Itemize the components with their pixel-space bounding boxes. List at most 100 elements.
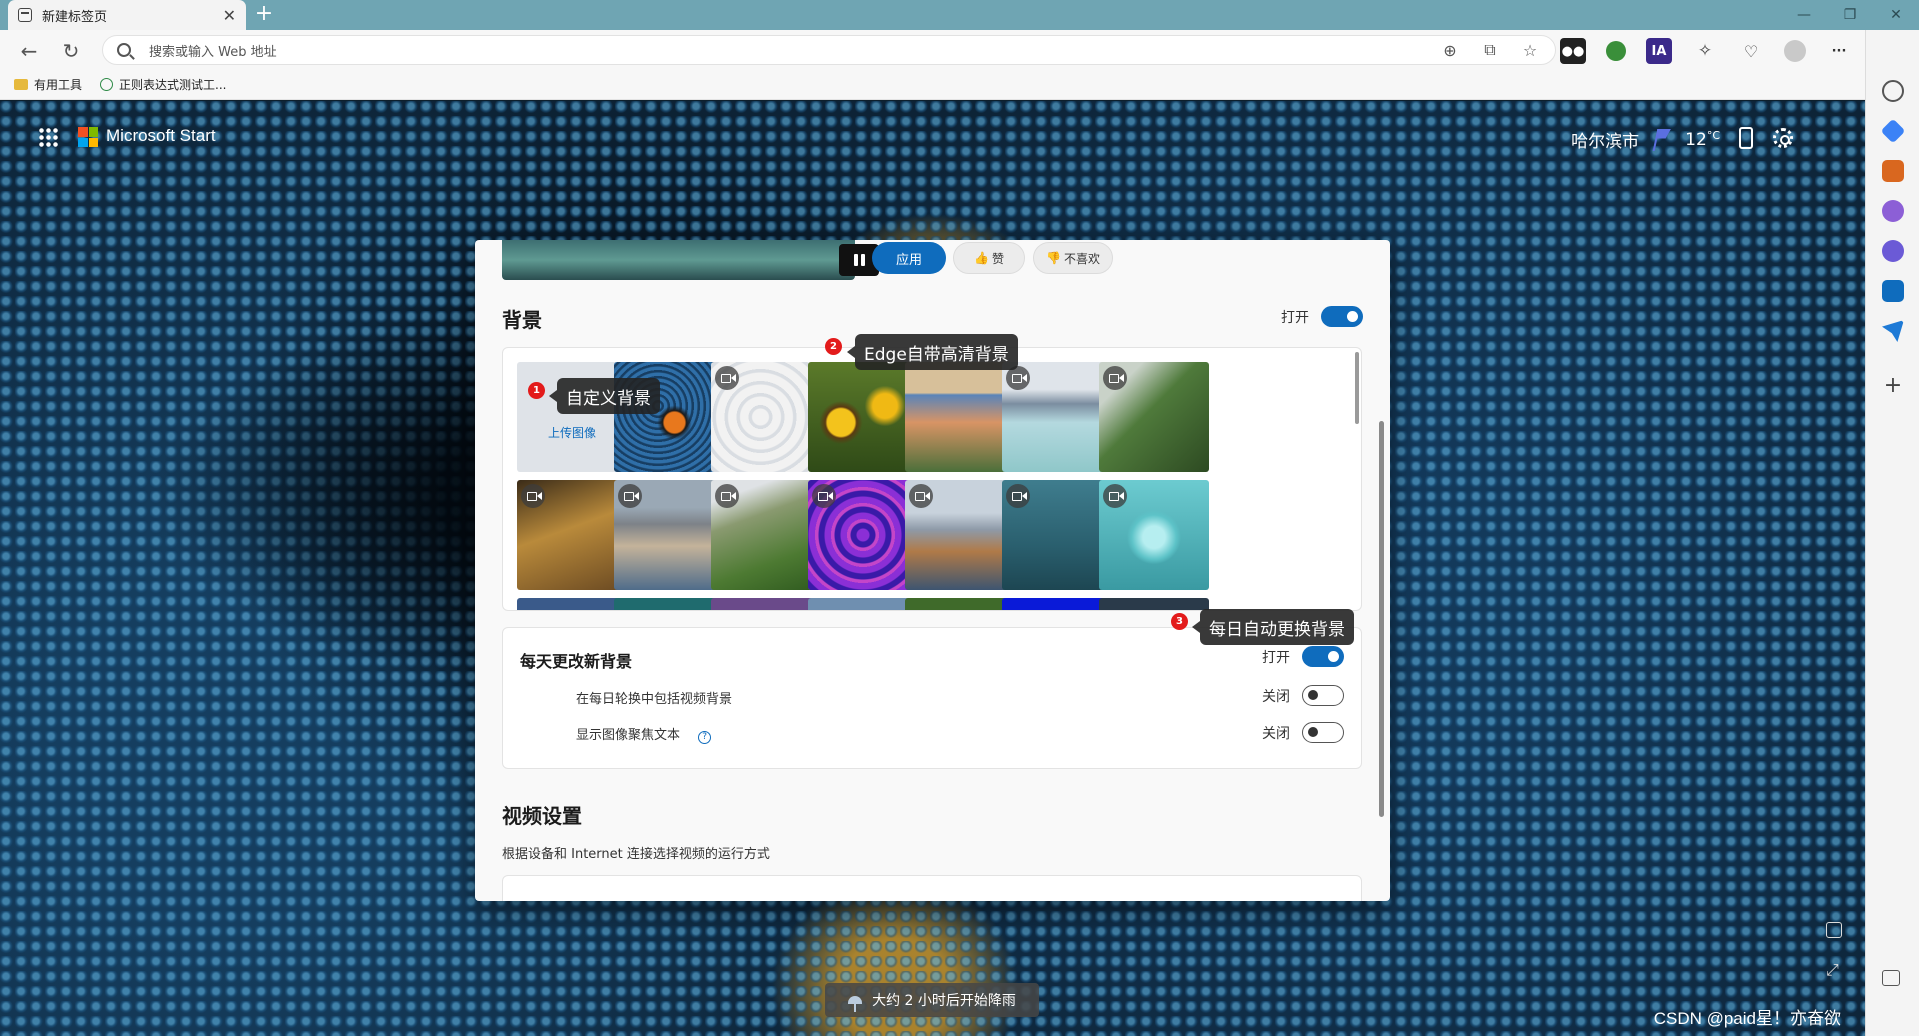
window-controls: — ❐ ✕	[1781, 0, 1919, 30]
annotation-badge-1: 1	[528, 382, 545, 399]
expand-icon[interactable]: ⤢	[1826, 960, 1842, 979]
refresh-icon[interactable]: ↻	[58, 38, 84, 64]
new-tab-page-icon	[18, 8, 32, 22]
brand-name[interactable]: Microsoft Start	[106, 126, 216, 146]
video-icon	[1103, 484, 1127, 508]
gallery-thumb[interactable]	[1002, 480, 1112, 590]
gallery-thumb[interactable]	[1099, 480, 1209, 590]
extension-game-icon[interactable]: ●●	[1560, 38, 1586, 64]
weather-city: 哈尔滨市	[1571, 132, 1640, 152]
weather-widget[interactable]: 哈尔滨市 12 °C	[1571, 127, 1720, 152]
address-bar[interactable]: 搜索或输入 Web 地址 ⊕ ⧉ ☆	[102, 35, 1556, 65]
spotlight-text-row: 显示图像聚焦文本 ?	[576, 724, 712, 744]
profile-icon[interactable]	[1784, 40, 1806, 62]
gallery-thumb[interactable]	[517, 480, 627, 590]
favorite-icon[interactable]: ☆	[1519, 39, 1541, 61]
dialog-scrollbar[interactable]	[1379, 421, 1384, 817]
new-tab-button[interactable]: +	[252, 3, 276, 27]
minimize-button[interactable]: —	[1781, 0, 1827, 30]
more-icon[interactable]: ···	[1826, 38, 1852, 64]
back-arrow-icon[interactable]: ←	[16, 38, 42, 64]
temperature-unit: °C	[1706, 129, 1720, 142]
spotlight-toggle-row: 关闭	[1262, 722, 1344, 743]
address-placeholder: 搜索或输入 Web 地址	[149, 44, 277, 60]
gallery-thumb[interactable]	[1099, 598, 1209, 610]
bookmark-label: 正则表达式测试工...	[119, 78, 227, 92]
gallery-thumb[interactable]	[1002, 362, 1112, 472]
sidebar-m365-icon[interactable]	[1882, 240, 1904, 262]
gallery-thumb[interactable]	[614, 480, 724, 590]
gallery-scrollbar[interactable]	[1355, 352, 1359, 424]
gallery-thumb[interactable]	[1002, 598, 1112, 610]
annotation-badge-3: 3	[1171, 613, 1188, 630]
search-icon	[117, 43, 131, 57]
gallery-thumb[interactable]	[1099, 362, 1209, 472]
tab-new-tab[interactable]: 新建标签页 ✕	[8, 0, 246, 30]
background-section-title: 背景	[502, 308, 542, 332]
image-info-icon[interactable]	[1826, 922, 1842, 938]
performance-icon[interactable]: ♡	[1738, 38, 1764, 64]
extensions-icon[interactable]: ✧	[1692, 38, 1718, 64]
background-preview	[502, 240, 879, 280]
app-launcher-icon[interactable]	[38, 127, 58, 147]
sidebar-search-icon[interactable]	[1882, 80, 1904, 102]
close-tab-icon[interactable]: ✕	[223, 6, 236, 25]
dislike-button[interactable]: 👎 不喜欢	[1033, 242, 1113, 274]
sidebar-tools-icon[interactable]	[1882, 160, 1904, 182]
info-icon[interactable]: ?	[698, 731, 712, 744]
daily-toggle-row: 打开	[1262, 646, 1344, 667]
gallery-thumb[interactable]	[517, 598, 627, 610]
spotlight-toggle[interactable]	[1302, 722, 1344, 743]
gallery-thumb[interactable]	[905, 480, 1015, 590]
video-icon	[909, 484, 933, 508]
video-rotation-toggle[interactable]	[1302, 685, 1344, 706]
gallery-thumb[interactable]	[808, 480, 918, 590]
microsoft-logo-icon	[78, 127, 98, 147]
video-settings-title: 视频设置	[502, 804, 582, 828]
rain-forecast-pill[interactable]: 大约 2 小时后开始降雨	[825, 983, 1039, 1017]
video-settings-card	[502, 875, 1362, 901]
sidebar-add-icon[interactable]: +	[1882, 375, 1904, 397]
gallery-thumb[interactable]	[808, 598, 918, 610]
weather-flag-icon	[1653, 129, 1671, 151]
apply-button[interactable]: 应用	[872, 242, 946, 274]
reader-icon[interactable]: ⧉	[1479, 39, 1501, 61]
sidebar-games-icon[interactable]	[1882, 200, 1904, 222]
video-settings-description: 根据设备和 Internet 连接选择视频的运行方式	[502, 847, 770, 862]
background-toggle[interactable]	[1321, 306, 1363, 327]
sidebar-shopping-icon[interactable]	[1880, 118, 1906, 144]
gear-icon[interactable]	[1773, 128, 1793, 148]
daily-toggle[interactable]	[1302, 646, 1344, 667]
start-header: Microsoft Start 哈尔滨市 12 °C	[0, 101, 1865, 161]
gallery-thumb[interactable]	[711, 598, 821, 610]
gallery-thumb[interactable]	[808, 362, 918, 472]
bookmark-regex-tester[interactable]: 正则表达式测试工...	[100, 76, 226, 93]
video-icon	[715, 366, 739, 390]
spotlight-text-label: 显示图像聚焦文本	[576, 728, 681, 743]
video-rotation-state: 关闭	[1262, 688, 1290, 705]
sidebar-outlook-icon[interactable]	[1882, 280, 1904, 302]
restore-button[interactable]: ❐	[1827, 0, 1873, 30]
bookmarks-bar: 有用工具 正则表达式测试工...	[0, 70, 1919, 100]
video-icon	[521, 484, 545, 508]
gallery-thumb[interactable]	[905, 598, 1015, 610]
sidebar-settings-icon[interactable]	[1882, 970, 1900, 986]
video-icon	[715, 484, 739, 508]
gallery-thumb[interactable]	[614, 598, 724, 610]
close-window-button[interactable]: ✕	[1873, 0, 1919, 30]
zoom-icon[interactable]: ⊕	[1439, 39, 1461, 61]
extension-globe-icon[interactable]	[1606, 41, 1626, 61]
bookmark-useful-tools[interactable]: 有用工具	[14, 76, 82, 93]
gallery-thumb[interactable]	[905, 362, 1015, 472]
gallery-thumb[interactable]	[711, 480, 821, 590]
extension-ia-icon[interactable]: IA	[1646, 38, 1672, 64]
daily-title: 每天更改新背景	[520, 652, 633, 671]
phone-icon[interactable]	[1739, 127, 1753, 149]
video-rotation-label: 在每日轮换中包括视频背景	[576, 692, 733, 707]
like-button[interactable]: 👍 赞	[953, 242, 1025, 274]
annotation-daily-background: 每日自动更换背景	[1192, 609, 1354, 645]
dislike-label: 不喜欢	[1063, 251, 1100, 266]
tab-strip: 新建标签页 ✕ + — ❐ ✕	[0, 0, 1919, 30]
sidebar-send-icon[interactable]	[1882, 320, 1904, 342]
gallery-thumb[interactable]	[711, 362, 821, 472]
